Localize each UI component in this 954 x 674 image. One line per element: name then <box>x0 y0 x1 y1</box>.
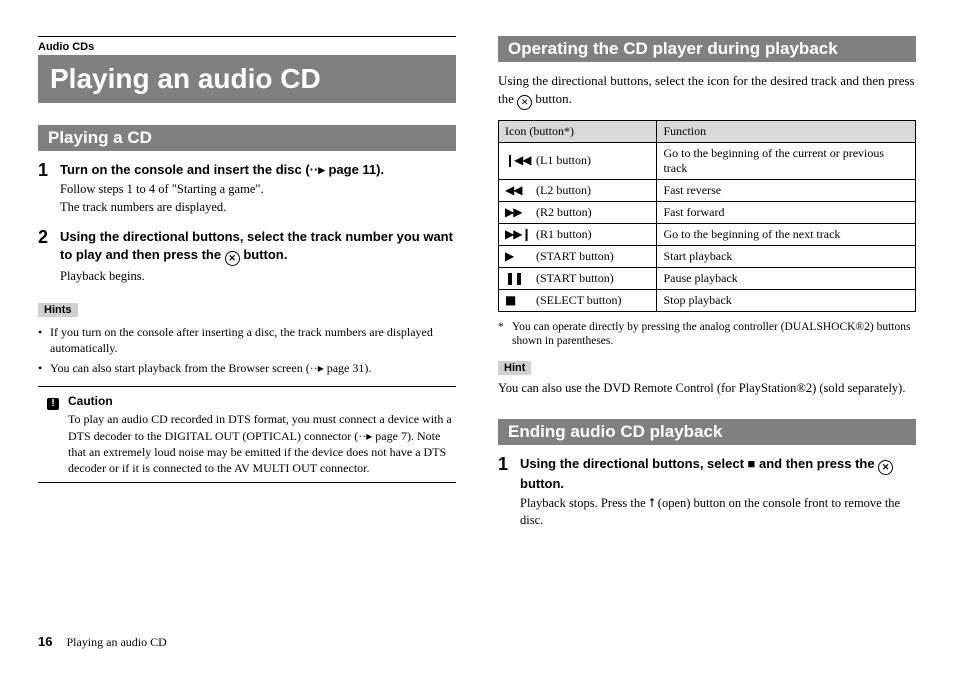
step-number: 2 <box>38 228 60 247</box>
table-row: ■ (SELECT button)Stop playback <box>499 289 916 311</box>
function-cell: Go to the beginning of the current or pr… <box>657 142 916 179</box>
hint-text: You can also use the DVD Remote Control … <box>498 380 916 397</box>
x-button-icon: ✕ <box>225 251 240 266</box>
button-name: (R2 button) <box>533 205 592 219</box>
th-icon: Icon (button*) <box>499 120 657 142</box>
step-heading: Using the directional buttons, select th… <box>60 228 456 266</box>
step-1: 1 Turn on the console and insert the dis… <box>38 161 456 218</box>
section-ending-playback: Ending audio CD playback <box>498 419 916 445</box>
playback-icon: ▶▶ <box>505 205 533 219</box>
footnote-text: You can operate directly by pressing the… <box>512 320 916 350</box>
icon-cell: ▶▶❙ (R1 button) <box>499 223 657 245</box>
function-cell: Go to the beginning of the next track <box>657 223 916 245</box>
step-2: 2 Using the directional buttons, select … <box>38 228 456 286</box>
function-cell: Start playback <box>657 245 916 267</box>
step-number: 1 <box>498 455 520 474</box>
function-cell: Fast forward <box>657 201 916 223</box>
hint-label: Hint <box>498 361 531 375</box>
page-footer: 16 Playing an audio CD <box>38 634 916 650</box>
playback-icon: ▶▶❙ <box>505 227 533 241</box>
right-column: Operating the CD player during playback … <box>498 36 916 610</box>
section-operating-cd: Operating the CD player during playback <box>498 36 916 62</box>
step-subline: Playback begins. <box>60 268 456 285</box>
step-subline: The track numbers are displayed. <box>60 199 456 216</box>
icon-cell: ❚❚ (START button) <box>499 267 657 289</box>
hints-label: Hints <box>38 303 78 317</box>
bullet-icon: • <box>38 360 50 376</box>
button-name: (L2 button) <box>533 183 591 197</box>
icon-cell: ◀◀ (L2 button) <box>499 179 657 201</box>
function-cell: Stop playback <box>657 289 916 311</box>
step-subline: Playback stops. Press the ⭡ (open) butto… <box>520 495 916 529</box>
hint-text: You can also start playback from the Bro… <box>50 360 371 376</box>
caution-icon: ! <box>47 398 59 410</box>
icon-cell: ▶ (START button) <box>499 245 657 267</box>
button-name: (START button) <box>533 249 614 263</box>
icon-cell: ■ (SELECT button) <box>499 289 657 311</box>
footer-title: Playing an audio CD <box>66 635 166 650</box>
playback-icon: ❚❚ <box>505 271 533 285</box>
button-name: (SELECT button) <box>533 293 621 307</box>
step-subline: Follow steps 1 to 4 of "Starting a game"… <box>60 181 456 198</box>
button-name: (START button) <box>533 271 614 285</box>
caution-title: Caution <box>68 393 456 409</box>
table-row: ◀◀ (L2 button)Fast reverse <box>499 179 916 201</box>
icon-function-table: Icon (button*) Function ❙◀◀ (L1 button)G… <box>498 120 916 312</box>
asterisk-icon: * <box>498 320 512 350</box>
playback-icon: ◀◀ <box>505 183 533 197</box>
playback-icon: ■ <box>505 293 533 307</box>
table-row: ▶▶❙ (R1 button)Go to the beginning of th… <box>499 223 916 245</box>
table-footnote: * You can operate directly by pressing t… <box>498 320 916 350</box>
icon-cell: ❙◀◀ (L1 button) <box>499 142 657 179</box>
function-cell: Fast reverse <box>657 179 916 201</box>
hints-list: •If you turn on the console after insert… <box>38 324 456 377</box>
table-row: ▶ (START button)Start playback <box>499 245 916 267</box>
section-playing-a-cd: Playing a CD <box>38 125 456 151</box>
end-step-1: 1 Using the directional buttons, select … <box>498 455 916 530</box>
intro-text: Using the directional buttons, select th… <box>498 72 916 110</box>
page-title: Playing an audio CD <box>38 55 456 103</box>
page: Audio CDs Playing an audio CD Playing a … <box>0 0 954 674</box>
two-column-layout: Audio CDs Playing an audio CD Playing a … <box>38 36 916 610</box>
caution-text: To play an audio CD recorded in DTS form… <box>68 411 456 476</box>
bullet-icon: • <box>38 324 50 340</box>
left-column: Audio CDs Playing an audio CD Playing a … <box>38 36 456 610</box>
step-heading: Using the directional buttons, select ■ … <box>520 455 916 493</box>
playback-icon: ❙◀◀ <box>505 153 533 167</box>
x-button-icon: ✕ <box>517 95 532 110</box>
hint-text: If you turn on the console after inserti… <box>50 324 456 356</box>
eyebrow-category: Audio CDs <box>38 36 456 53</box>
step-heading: Turn on the console and insert the disc … <box>60 161 456 179</box>
table-row: ▶▶ (R2 button)Fast forward <box>499 201 916 223</box>
x-button-icon: ✕ <box>878 460 893 475</box>
table-row: ❚❚ (START button)Pause playback <box>499 267 916 289</box>
icon-cell: ▶▶ (R2 button) <box>499 201 657 223</box>
table-row: ❙◀◀ (L1 button)Go to the beginning of th… <box>499 142 916 179</box>
page-number: 16 <box>38 634 52 649</box>
playback-icon: ▶ <box>505 249 533 263</box>
th-function: Function <box>657 120 916 142</box>
caution-block: ! Caution To play an audio CD recorded i… <box>38 386 456 483</box>
step-number: 1 <box>38 161 60 180</box>
button-name: (L1 button) <box>533 153 591 167</box>
function-cell: Pause playback <box>657 267 916 289</box>
button-name: (R1 button) <box>533 227 592 241</box>
